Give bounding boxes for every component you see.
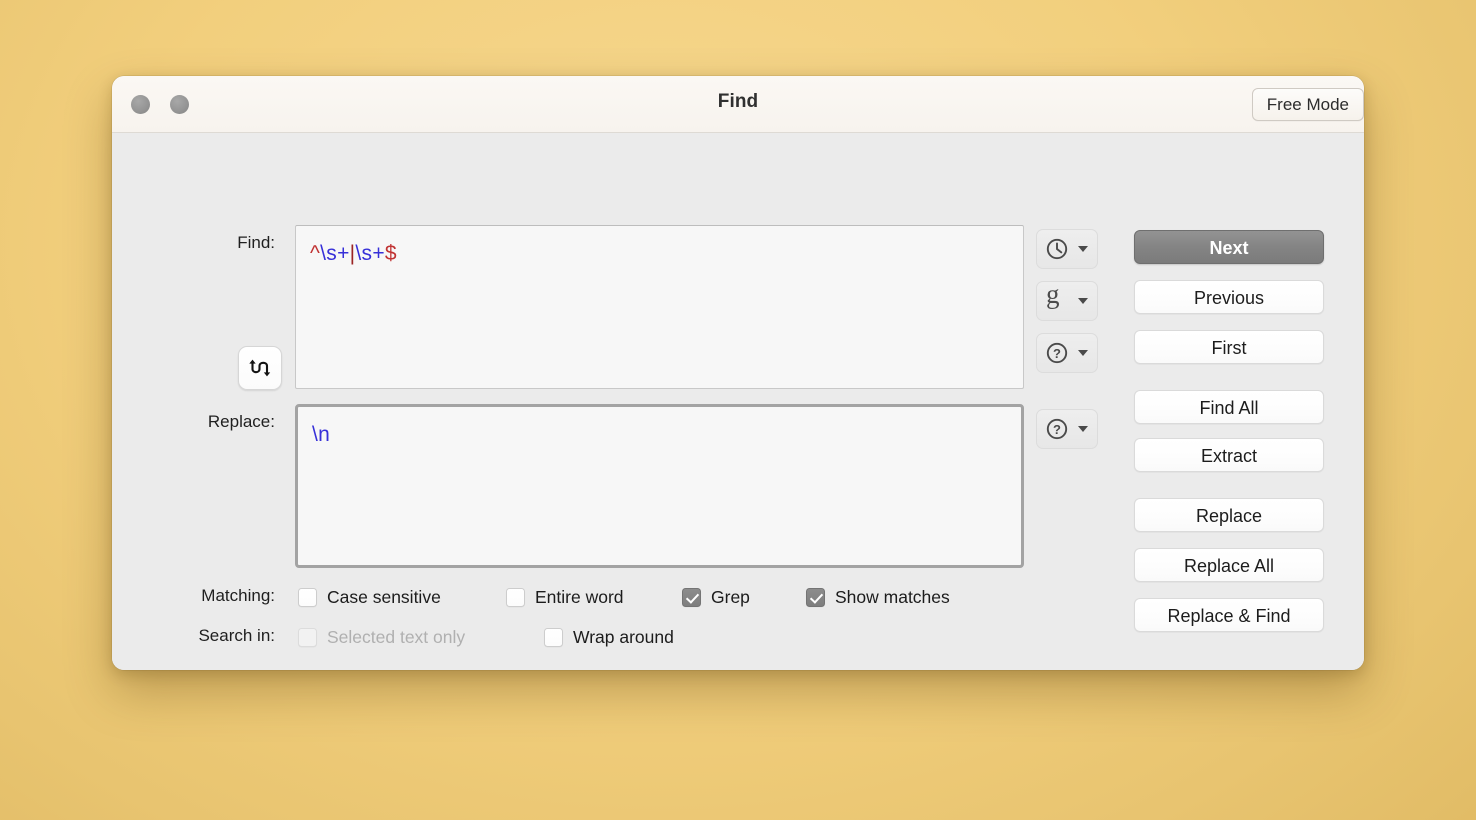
- replace-input-value: \n: [312, 423, 331, 446]
- find-input-value: ^\s+|\s+$: [310, 242, 397, 266]
- replace-label: Replace:: [207, 412, 275, 431]
- g-letter-icon: g: [1046, 279, 1060, 309]
- find-input[interactable]: ^\s+|\s+$: [295, 225, 1024, 389]
- swap-fields-button[interactable]: [238, 346, 282, 390]
- checkbox-box: [506, 587, 525, 607]
- checkbox-label: Selected text only: [327, 626, 466, 647]
- question-mark-icon: ?: [1046, 418, 1068, 440]
- find-label: Find:: [237, 233, 275, 252]
- replace-help-dropdown-button[interactable]: ?: [1036, 409, 1098, 449]
- checkbox-box: [682, 587, 701, 607]
- grep-patterns-dropdown-button[interactable]: g: [1036, 279, 1098, 321]
- window-title: Find: [717, 91, 759, 112]
- regex-token-class-1: \s+: [320, 242, 350, 265]
- status-message: 3736 matches found.: [302, 667, 465, 670]
- matching-label: Matching:: [201, 586, 275, 605]
- find-all-button[interactable]: Find All: [1134, 390, 1324, 424]
- regex-token-anchor-end: $: [384, 242, 397, 265]
- checkbox-box: [298, 627, 317, 647]
- regex-token-anchor-start: ^: [310, 242, 321, 265]
- first-button[interactable]: First: [1134, 330, 1324, 364]
- checkbox-selected-text-only: Selected text only: [298, 625, 465, 649]
- checkbox-wrap-around[interactable]: Wrap around: [544, 625, 674, 649]
- checkbox-label: Entire word: [535, 586, 624, 607]
- replace-input[interactable]: \n: [295, 404, 1024, 568]
- clock-icon: [1046, 238, 1068, 260]
- svg-text:?: ?: [1053, 346, 1061, 361]
- checkbox-box: [298, 587, 317, 607]
- chevron-down-icon: [1078, 246, 1088, 252]
- dialog-body: Find: ^\s+|\s+$ Replace: \n g ? ? Next P…: [112, 133, 1364, 670]
- regex-token-class-2: \s+: [355, 242, 385, 265]
- checkbox-grep[interactable]: Grep: [682, 585, 750, 609]
- checkbox-label: Case sensitive: [327, 586, 441, 607]
- recents-dropdown-button[interactable]: [1036, 229, 1098, 269]
- replace-button[interactable]: Replace: [1134, 498, 1324, 532]
- svg-text:?: ?: [1053, 422, 1061, 437]
- checkbox-label: Show matches: [835, 586, 950, 607]
- swap-arrows-icon: [249, 359, 271, 377]
- chevron-down-icon: [1078, 350, 1088, 356]
- next-button[interactable]: Next: [1134, 230, 1324, 264]
- window-titlebar: Find Free Mode: [112, 76, 1364, 133]
- find-window: Find Free Mode Find: ^\s+|\s+$ Replace: …: [112, 76, 1364, 670]
- checkbox-box: [544, 627, 563, 647]
- free-mode-button[interactable]: Free Mode: [1251, 88, 1364, 121]
- checkbox-box: [806, 587, 825, 607]
- checkbox-label: Grep: [711, 586, 750, 607]
- question-mark-icon: ?: [1046, 342, 1068, 364]
- checkbox-label: Wrap around: [573, 626, 674, 647]
- checkbox-show-matches[interactable]: Show matches: [806, 585, 950, 609]
- find-help-dropdown-button[interactable]: ?: [1036, 333, 1098, 373]
- extract-button[interactable]: Extract: [1134, 438, 1324, 472]
- checkbox-case-sensitive[interactable]: Case sensitive: [298, 585, 441, 609]
- replace-all-button[interactable]: Replace All: [1134, 548, 1324, 582]
- chevron-down-icon: [1078, 426, 1088, 432]
- replace-and-find-button[interactable]: Replace & Find: [1134, 598, 1324, 632]
- previous-button[interactable]: Previous: [1134, 280, 1324, 314]
- chevron-down-icon: [1078, 298, 1088, 304]
- search-in-label: Search in:: [198, 626, 275, 645]
- checkbox-entire-word[interactable]: Entire word: [506, 585, 624, 609]
